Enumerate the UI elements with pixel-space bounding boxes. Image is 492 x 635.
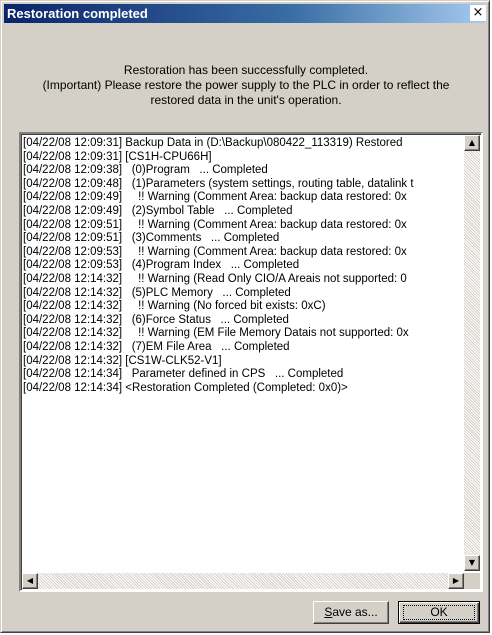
- log-line: [04/22/08 12:14:34] Parameter defined in…: [23, 368, 344, 381]
- scroll-left-icon[interactable]: ◀: [22, 573, 38, 589]
- ok-button[interactable]: OK: [398, 601, 480, 624]
- log-line: [04/22/08 12:14:32] (7)EM File Area ... …: [23, 340, 290, 353]
- scroll-right-icon[interactable]: ▶: [448, 573, 464, 589]
- log-line: [04/22/08 12:09:49] (2)Symbol Table ... …: [23, 204, 293, 217]
- log-line: [04/22/08 12:09:48] (1)Parameters (syste…: [23, 177, 414, 190]
- log-line: [04/22/08 12:09:49] !! Warning (Comment …: [23, 191, 407, 204]
- log-line: [04/22/08 12:14:32] (5)PLC Memory ... Co…: [23, 286, 291, 299]
- log-line: [04/22/08 12:14:32] (6)Force Status ... …: [23, 313, 289, 326]
- log-line: [04/22/08 12:09:51] (3)Comments ... Comp…: [23, 232, 280, 245]
- scrollbar-corner: [464, 573, 480, 589]
- save-as-button[interactable]: Save as...: [313, 601, 389, 624]
- log-line: [04/22/08 12:09:53] !! Warning (Comment …: [23, 245, 407, 258]
- scroll-up-icon[interactable]: ▲: [464, 135, 480, 151]
- scroll-down-icon[interactable]: ▼: [464, 555, 480, 571]
- dialog-title: Restoration completed: [7, 6, 148, 21]
- log-line: [04/22/08 12:14:32] !! Warning (EM File …: [23, 327, 409, 340]
- log-line: [04/22/08 12:09:51] !! Warning (Comment …: [23, 218, 407, 231]
- title-bar[interactable]: Restoration completed ×: [4, 4, 486, 23]
- log-line: [04/22/08 12:09:31] Backup Data in (D:\B…: [23, 137, 403, 149]
- completion-message: Restoration has been successfully comple…: [13, 63, 479, 108]
- log-line: [04/22/08 12:09:31] [CS1H-CPU66H]: [23, 150, 212, 163]
- log-line: [04/22/08 12:14:32] !! Warning (No force…: [23, 300, 326, 313]
- log-lines: [04/22/08 12:09:31] Backup Data in (D:\B…: [23, 137, 463, 569]
- log-line: [04/22/08 12:14:34] <Restoration Complet…: [23, 381, 348, 394]
- message-line-2: (Important) Please restore the power sup…: [42, 78, 450, 92]
- vertical-scrollbar[interactable]: ▲ ▼: [464, 135, 480, 571]
- log-line: [04/22/08 12:14:32] !! Warning (Read Onl…: [23, 272, 407, 285]
- message-line-1: Restoration has been successfully comple…: [123, 63, 369, 77]
- ok-label: OK: [430, 605, 448, 619]
- save-as-label: ave as...: [332, 605, 378, 619]
- message-line-3: restored data in the unit's operation.: [150, 93, 342, 107]
- log-line: [04/22/08 12:09:53] (4)Program Index ...…: [23, 259, 300, 272]
- log-line: [04/22/08 12:09:38] (0)Program ... Compl…: [23, 164, 268, 177]
- horizontal-scrollbar[interactable]: ◀ ▶: [22, 573, 464, 589]
- log-line: [04/22/08 12:14:32] [CS1W-CLK52-V1]: [23, 354, 222, 367]
- restoration-log[interactable]: [04/22/08 12:09:31] Backup Data in (D:\B…: [19, 132, 483, 592]
- close-icon[interactable]: ×: [470, 5, 486, 21]
- restoration-dialog: Restoration completed × Restoration has …: [0, 0, 490, 633]
